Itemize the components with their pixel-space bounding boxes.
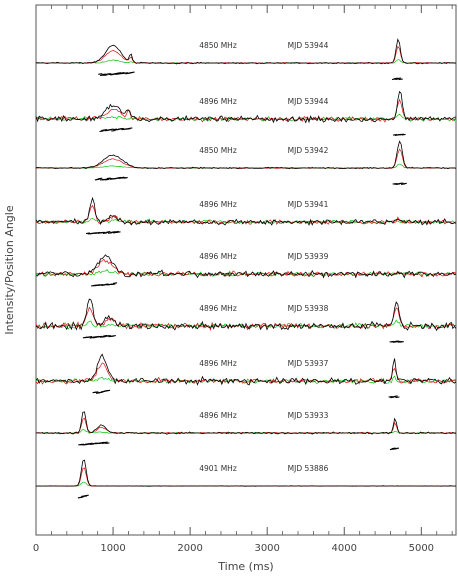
- panel-frequency-label: 4850 MHz: [199, 41, 237, 50]
- position-angle-point: [111, 129, 116, 132]
- position-angle-point: [401, 133, 406, 136]
- total-intensity-trace: [35, 298, 457, 332]
- position-angle-point: [98, 177, 103, 180]
- x-tick-label: 4000: [332, 543, 357, 554]
- panel-mjd-label: MJD 53939: [288, 252, 329, 261]
- panel-mjd-label: MJD 53942: [288, 146, 329, 155]
- x-axis-label: Time (ms): [217, 560, 273, 573]
- panel-8: 4896 MHz MJD 53933: [35, 411, 457, 451]
- panel-1: 4850 MHz MJD 53944: [35, 38, 457, 81]
- panel-3: 4850 MHz MJD 53942: [35, 140, 457, 185]
- total-intensity-trace: [35, 353, 457, 386]
- x-tick-label: 1000: [100, 543, 125, 554]
- position-angle-point: [111, 283, 116, 286]
- total-intensity-trace: [35, 459, 457, 487]
- panel-frequency-label: 4901 MHz: [199, 464, 237, 473]
- panel-frequency-label: 4896 MHz: [199, 252, 237, 261]
- position-angle-point: [94, 391, 99, 393]
- panel-mjd-label: MJD 53938: [288, 304, 329, 313]
- plot-frame: [35, 4, 457, 536]
- position-angle-point: [116, 231, 121, 233]
- position-angle-point: [395, 396, 400, 399]
- panel-7: 4896 MHz MJD 53937: [35, 353, 457, 399]
- pulse-profile-figure: 4850 MHz MJD 539444896 MHz MJD 539444850 M…: [3, 4, 457, 573]
- panel-mjd-label: MJD 53941: [288, 200, 329, 209]
- position-angle-point: [106, 231, 111, 233]
- position-angle-point: [393, 395, 398, 398]
- panel-mjd-label: MJD 53933: [288, 411, 329, 420]
- position-angle-point: [130, 71, 135, 74]
- x-tick-label: 3000: [254, 543, 279, 554]
- position-angle-point: [101, 336, 106, 338]
- panel-9: 4901 MHz MJD 53886: [35, 459, 457, 499]
- position-angle-point: [399, 341, 404, 343]
- position-angle-point: [123, 177, 128, 179]
- position-angle-point: [402, 182, 407, 185]
- position-angle-point: [128, 127, 133, 130]
- panel-2: 4896 MHz MJD 53944: [35, 90, 457, 136]
- linear-polarization-trace: [35, 148, 457, 169]
- position-angle-point: [394, 447, 400, 450]
- panel-frequency-label: 4896 MHz: [199, 359, 237, 368]
- panel-frequency-label: 4850 MHz: [199, 146, 237, 155]
- position-angle-point: [79, 496, 84, 499]
- panel-frequency-label: 4896 MHz: [199, 304, 237, 313]
- panel-4: 4896 MHz MJD 53941: [35, 196, 457, 235]
- total-intensity-trace: [35, 38, 457, 65]
- position-angle-point: [113, 282, 118, 284]
- total-intensity-trace: [36, 411, 457, 435]
- panel-6: 4896 MHz MJD 53938: [35, 298, 457, 343]
- x-axis-ticks: 0 1000 2000 3000 4000 5000: [33, 5, 453, 554]
- linear-polarization-trace: [35, 467, 457, 487]
- panel-frequency-label: 4896 MHz: [199, 411, 237, 420]
- panel-mjd-label: MJD 53944: [288, 97, 329, 106]
- position-angle-point: [106, 389, 111, 392]
- panel-group: 4850 MHz MJD 539444896 MHz MJD 539444850 M…: [35, 38, 457, 499]
- y-axis-label: Intensity/Position Angle: [3, 205, 16, 334]
- position-angle-point: [397, 77, 402, 80]
- x-tick-label: 0: [33, 543, 39, 554]
- panel-mjd-label: MJD 53886: [288, 464, 329, 473]
- position-angle-point: [105, 442, 110, 445]
- panel-frequency-label: 4896 MHz: [199, 200, 237, 209]
- position-angle-point: [111, 335, 116, 337]
- position-angle-point: [398, 78, 403, 81]
- panel-mjd-label: MJD 53944: [288, 41, 329, 50]
- x-tick-label: 5000: [409, 543, 434, 554]
- panel-frequency-label: 4896 MHz: [199, 97, 237, 106]
- position-angle-point: [84, 494, 89, 497]
- position-angle-point: [103, 441, 108, 444]
- panel-mjd-label: MJD 53937: [288, 359, 329, 368]
- panel-5: 4896 MHz MJD 53939: [35, 252, 457, 287]
- x-tick-label: 2000: [177, 543, 202, 554]
